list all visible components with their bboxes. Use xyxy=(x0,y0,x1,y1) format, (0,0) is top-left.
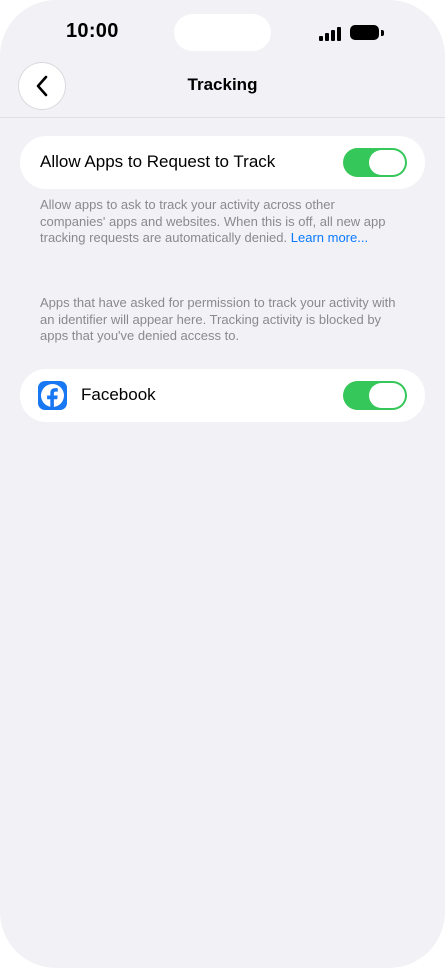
phone-screen: 10:00 Tracking Allow Apps to Request to … xyxy=(0,0,445,968)
toggle-knob xyxy=(369,383,405,408)
facebook-tracking-toggle[interactable] xyxy=(343,381,407,410)
battery-tip xyxy=(381,30,384,36)
learn-more-link[interactable]: Learn more... xyxy=(291,230,368,245)
battery-icon xyxy=(350,25,379,40)
allow-tracking-cell: Allow Apps to Request to Track xyxy=(20,136,425,189)
facebook-icon xyxy=(38,381,67,410)
page-title: Tracking xyxy=(187,75,258,94)
app-cell-facebook: Facebook xyxy=(20,369,425,422)
allow-tracking-label: Allow Apps to Request to Track xyxy=(40,152,276,171)
toggle-knob xyxy=(369,150,405,175)
nav-divider xyxy=(0,117,445,118)
cellular-signal-icon xyxy=(319,26,343,41)
app-name-label: Facebook xyxy=(81,385,156,404)
status-time: 10:00 xyxy=(66,20,119,42)
apps-section-description: Apps that have asked for permission to t… xyxy=(40,295,396,343)
dynamic-island xyxy=(174,14,271,51)
allow-tracking-footer: Allow apps to ask to track your activity… xyxy=(40,197,400,247)
allow-tracking-toggle[interactable] xyxy=(343,148,407,177)
